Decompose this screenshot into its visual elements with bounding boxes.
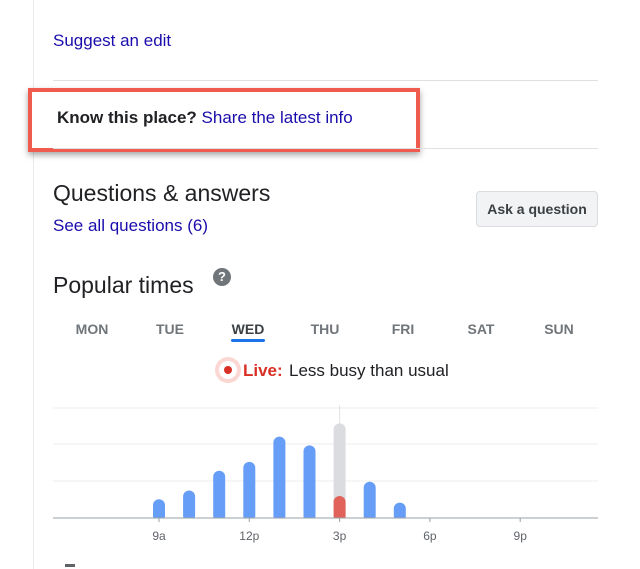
- know-this-place-row: Know this place? Share the latest info: [57, 108, 353, 128]
- x-tick-label: 3p: [333, 529, 347, 543]
- know-this-place-highlight: Know this place? Share the latest info: [28, 88, 420, 152]
- see-all-questions-link[interactable]: See all questions (6): [53, 216, 208, 236]
- know-this-place-prompt: Know this place?: [57, 108, 197, 127]
- day-tab-thu[interactable]: THU: [311, 321, 340, 337]
- live-label: Live:: [243, 361, 283, 380]
- questions-answers-heading: Questions & answers: [53, 180, 271, 206]
- day-tab-tue[interactable]: TUE: [156, 321, 184, 337]
- bar-10a: [183, 490, 196, 522]
- live-status-text: Less busy than usual: [289, 361, 449, 380]
- suggest-edit-link[interactable]: Suggest an edit: [53, 31, 171, 51]
- bar-2p: [303, 445, 316, 522]
- x-tick-label: 9a: [152, 529, 166, 543]
- x-tick-label: 12p: [239, 529, 259, 543]
- bar-11a: [213, 470, 226, 522]
- day-tab-fri[interactable]: FRI: [392, 321, 415, 337]
- day-tab-wed[interactable]: WED: [232, 321, 265, 337]
- help-circle-icon[interactable]: ?: [213, 268, 231, 286]
- day-tab-sun[interactable]: SUN: [544, 321, 574, 337]
- popular-times-heading: Popular times: [53, 272, 194, 298]
- selected-day-underline: [231, 339, 265, 342]
- truncated-content-mark: [65, 564, 75, 567]
- panel-left-border: [33, 0, 34, 569]
- divider: [53, 148, 598, 149]
- day-tab-mon[interactable]: MON: [76, 321, 109, 337]
- bar-4p: [363, 481, 376, 522]
- day-tab-sat[interactable]: SAT: [468, 321, 495, 337]
- divider: [53, 80, 598, 81]
- live-indicator-icon: [215, 357, 241, 383]
- bar-1p: [273, 436, 286, 522]
- x-tick-label: 6p: [423, 529, 437, 543]
- x-tick-label: 9p: [514, 529, 528, 543]
- popular-times-chart: 9a 12p 3p 6p 9p: [53, 405, 598, 543]
- ask-question-button[interactable]: Ask a question: [476, 191, 598, 227]
- share-latest-info-link[interactable]: Share the latest info: [202, 108, 353, 127]
- bar-12p: [243, 461, 256, 522]
